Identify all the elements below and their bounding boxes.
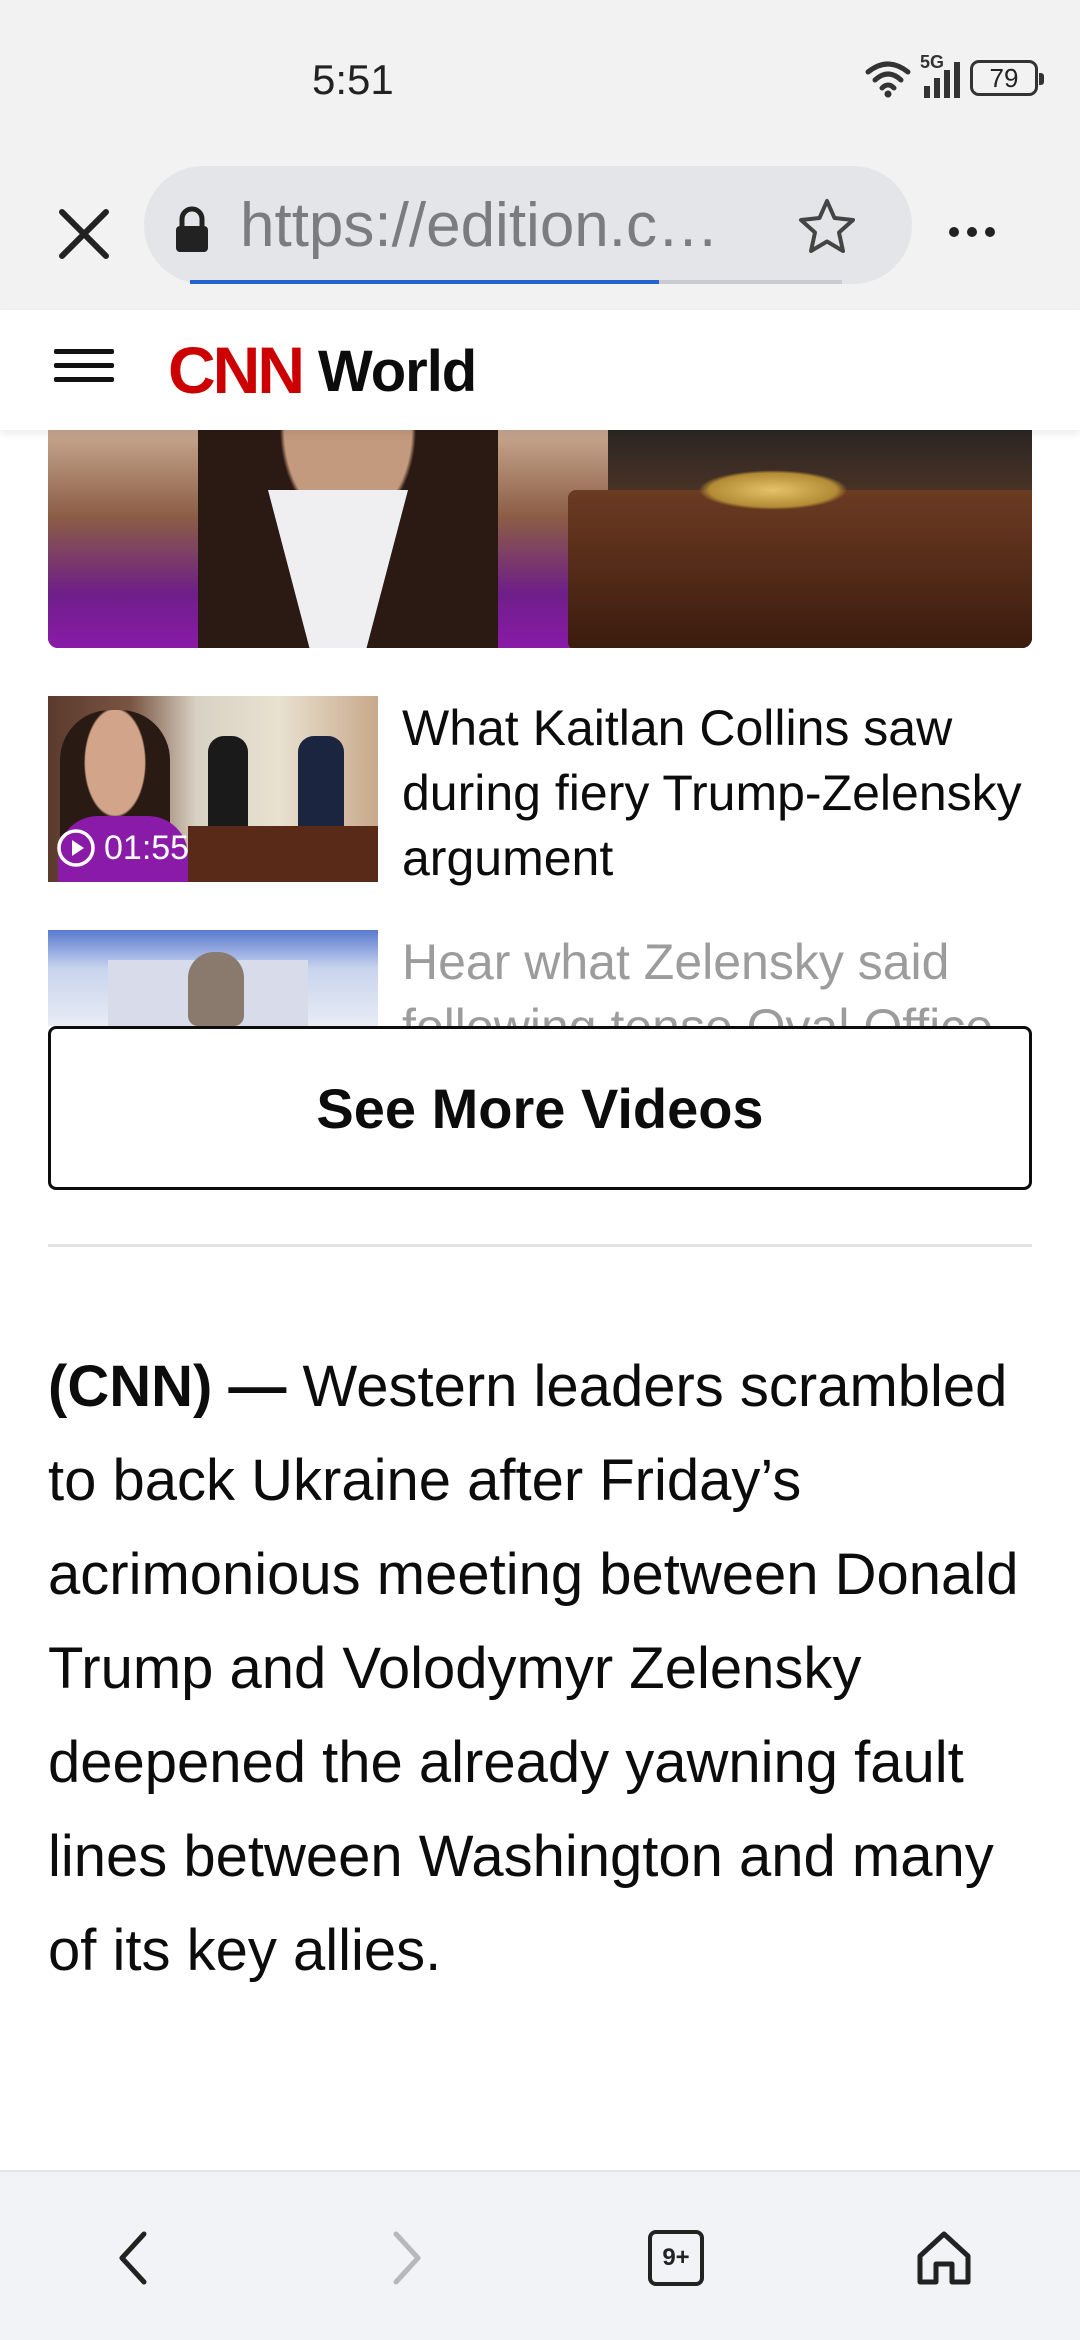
video-list-item[interactable]: Hear what Zelensky said following tense … bbox=[48, 930, 1032, 1026]
video-duration: 01:55 bbox=[104, 828, 190, 867]
close-tab-button[interactable] bbox=[48, 198, 120, 270]
play-icon bbox=[57, 829, 95, 867]
progress-fill bbox=[190, 280, 660, 284]
browser-toolbar: https://edition.cnn.com bbox=[0, 160, 1080, 310]
home-button[interactable] bbox=[908, 2222, 980, 2294]
hero-video-image[interactable] bbox=[48, 430, 1032, 648]
cnn-logo[interactable]: CNN bbox=[168, 334, 305, 406]
video-duration-badge: 01:55 bbox=[56, 828, 189, 868]
signal-icon: 5G bbox=[920, 52, 960, 98]
status-bar: 5:51 5G 79 bbox=[0, 0, 1080, 160]
section-title[interactable]: World bbox=[318, 338, 477, 405]
article-dateline: (CNN) — bbox=[48, 1354, 287, 1419]
video-list-item[interactable]: 01:55 What Kaitlan Collins saw during fi… bbox=[48, 696, 1032, 886]
address-bar[interactable]: https://edition.cnn.com bbox=[144, 166, 912, 284]
video-title[interactable]: Hear what Zelensky said following tense … bbox=[402, 930, 1032, 1026]
divider bbox=[48, 1244, 1032, 1247]
lock-icon bbox=[176, 206, 208, 252]
status-icons: 5G 79 bbox=[864, 52, 1044, 98]
forward-icon bbox=[393, 2231, 421, 2285]
video-thumbnail[interactable] bbox=[48, 930, 378, 1026]
back-button[interactable] bbox=[98, 2222, 170, 2294]
home-icon bbox=[917, 2231, 971, 2285]
url-text[interactable]: https://edition.cnn.com bbox=[240, 190, 740, 261]
status-time: 5:51 bbox=[312, 56, 394, 103]
browser-bottom-nav: 9+ bbox=[0, 2170, 1080, 2340]
more-icon bbox=[949, 227, 959, 237]
close-icon bbox=[59, 209, 109, 259]
article-paragraph: (CNN) — Western leaders scrambled to bac… bbox=[48, 1340, 1032, 1998]
tabs-icon: 9+ bbox=[648, 2230, 704, 2286]
wifi-icon bbox=[865, 61, 911, 98]
tab-count: 9+ bbox=[662, 2244, 690, 2271]
site-header: CNN World bbox=[0, 310, 1080, 430]
more-menu-button[interactable] bbox=[940, 200, 1004, 264]
star-icon[interactable] bbox=[796, 196, 858, 258]
network-type: 5G bbox=[920, 52, 945, 72]
video-title[interactable]: What Kaitlan Collins saw during fiery Tr… bbox=[402, 696, 1032, 891]
video-thumbnail[interactable]: 01:55 bbox=[48, 696, 378, 882]
back-icon bbox=[119, 2231, 147, 2285]
page-load-progress bbox=[190, 280, 842, 284]
menu-icon[interactable] bbox=[54, 340, 114, 400]
forward-button[interactable] bbox=[370, 2222, 442, 2294]
see-more-videos-button[interactable]: See More Videos bbox=[48, 1026, 1032, 1190]
battery-level: 79 bbox=[989, 62, 1019, 93]
tabs-button[interactable]: 9+ bbox=[640, 2222, 712, 2294]
battery-icon: 79 bbox=[970, 60, 1044, 96]
article-text: Western leaders scrambled to back Ukrain… bbox=[48, 1354, 1019, 1983]
